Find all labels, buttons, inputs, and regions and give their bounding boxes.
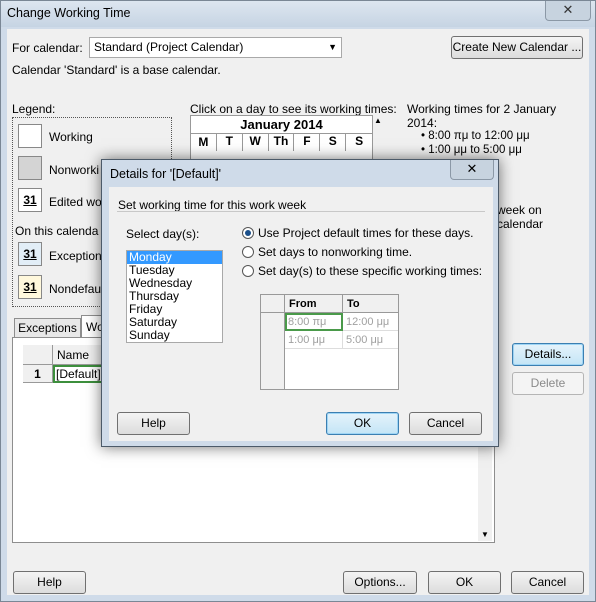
- weekday-header: M: [191, 134, 217, 151]
- calendar-instruction: Click on a day to see its working times:: [190, 102, 397, 116]
- ok-button[interactable]: OK: [428, 571, 501, 594]
- nondefault-swatch: 31: [18, 275, 42, 299]
- chevron-down-icon: ▼: [328, 42, 337, 52]
- day-item-sunday[interactable]: Sunday: [127, 329, 222, 342]
- scroll-down-icon[interactable]: ▼: [481, 530, 489, 539]
- working-times-grid: From To 8:00 πμ 12:00 μμ 1:00 μμ 5:00 μμ: [260, 294, 399, 390]
- radio-default-times-label: Use Project default times for these days…: [258, 226, 474, 240]
- details-ok-button[interactable]: OK: [326, 412, 399, 435]
- legend-exception-label: Exception: [49, 249, 102, 263]
- for-calendar-label: For calendar:: [12, 41, 83, 55]
- month-title: January 2014: [240, 117, 323, 132]
- col-header-from: From: [285, 295, 343, 313]
- working-time-line: • 8:00 πμ to 12:00 μμ: [421, 130, 530, 142]
- legend-on-this-calendar: On this calenda: [15, 224, 99, 238]
- time-to-cell[interactable]: 5:00 μμ: [343, 331, 398, 349]
- times-row-headers: [261, 313, 285, 389]
- weekday-header: S: [320, 134, 347, 151]
- weekday-header: T: [217, 134, 243, 151]
- window-title: Change Working Time: [7, 6, 131, 20]
- time-from-cell[interactable]: 8:00 πμ: [285, 313, 343, 331]
- calendar-select[interactable]: Standard (Project Calendar) ▼: [89, 37, 342, 58]
- radio-default-times[interactable]: [242, 227, 254, 239]
- exception-swatch: 31: [18, 242, 42, 266]
- radio-nonworking[interactable]: [242, 246, 254, 258]
- time-to-cell[interactable]: 12:00 μμ: [343, 313, 398, 331]
- edited-swatch: 31: [18, 188, 42, 212]
- details-dialog-client: Set working time for this work week Sele…: [109, 187, 493, 441]
- legend-edited-label: Edited wo: [49, 195, 102, 209]
- grid-corner: [23, 345, 53, 365]
- delete-button[interactable]: Delete: [512, 372, 584, 395]
- working-times-header: Working times for 2 January 2014:: [407, 102, 557, 130]
- details-close-button[interactable]: ✕: [450, 160, 494, 180]
- details-cancel-button[interactable]: Cancel: [409, 412, 482, 435]
- details-dialog-title: Details for '[Default]': [110, 167, 222, 181]
- radio-specific-times[interactable]: [242, 265, 254, 277]
- legend-title: Legend:: [12, 102, 56, 116]
- details-dialog: Details for '[Default]' ✕ Set working ti…: [101, 159, 499, 447]
- legend-working-label: Working: [49, 130, 93, 144]
- divider: [117, 211, 485, 212]
- scroll-up-icon[interactable]: ▲: [374, 116, 386, 128]
- tab-exceptions[interactable]: Exceptions: [14, 318, 81, 338]
- nonworking-swatch: [18, 156, 42, 180]
- weekday-header: Th: [269, 134, 295, 151]
- select-days-label: Select day(s):: [126, 227, 200, 241]
- base-calendar-note: Calendar 'Standard' is a base calendar.: [12, 63, 221, 77]
- calendar-select-value: Standard (Project Calendar): [94, 40, 244, 54]
- weekday-header: F: [294, 134, 321, 151]
- working-time-line: • 1:00 μμ to 5:00 μμ: [421, 144, 522, 156]
- radio-nonworking-label: Set days to nonworking time.: [258, 245, 413, 259]
- days-listbox[interactable]: Monday Tuesday Wednesday Thursday Friday…: [126, 250, 223, 343]
- options-button[interactable]: Options...: [343, 571, 417, 594]
- radio-specific-times-label: Set day(s) to these specific working tim…: [258, 264, 483, 278]
- working-times-partial: week on calendar: [497, 203, 544, 231]
- legend-nonworking-label: Nonworki: [49, 163, 100, 177]
- grid-row-number: 1: [23, 365, 53, 383]
- cancel-button[interactable]: Cancel: [511, 571, 584, 594]
- change-working-time-window: Change Working Time ✕ For calendar: Stan…: [0, 0, 596, 602]
- weekday-header: S: [355, 134, 364, 148]
- times-grid-corner: [261, 295, 285, 313]
- details-help-button[interactable]: Help: [117, 412, 190, 435]
- help-button[interactable]: Help: [13, 571, 86, 594]
- weekday-header: W: [243, 134, 269, 151]
- legend-nondefault-label: Nondefau: [49, 282, 102, 296]
- work-week-group-label: Set working time for this work week: [118, 198, 307, 212]
- time-from-cell[interactable]: 1:00 μμ: [285, 331, 343, 349]
- col-header-to: To: [343, 295, 398, 313]
- month-calendar[interactable]: January 2014 M T W Th F S S ▲: [190, 115, 382, 161]
- title-bar: Change Working Time ✕: [1, 1, 595, 27]
- working-swatch: [18, 124, 42, 148]
- create-new-calendar-button[interactable]: Create New Calendar ...: [451, 36, 583, 59]
- close-window-button[interactable]: ✕: [545, 1, 591, 21]
- details-button[interactable]: Details...: [512, 343, 584, 366]
